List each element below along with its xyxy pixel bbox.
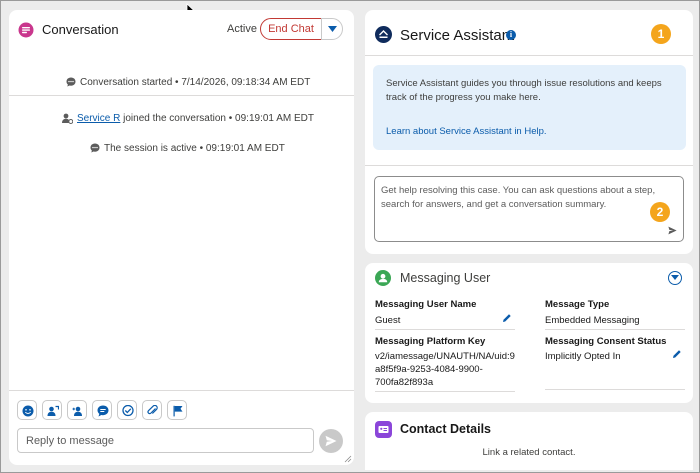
send-icon[interactable] <box>668 226 677 235</box>
divider <box>9 390 354 391</box>
divider <box>545 389 685 390</box>
field-label-platform-key: Messaging Platform Key <box>375 336 486 347</box>
service-assistant-icon <box>375 26 392 43</box>
messaging-user-icon <box>375 270 391 286</box>
chat-event-icon <box>66 77 76 87</box>
flag-icon <box>173 405 183 417</box>
contact-details-title: Contact Details <box>400 422 491 436</box>
field-value-platform-key-line: a8f5f9a-9253-4084-9900- <box>375 364 483 375</box>
conversation-title: Conversation <box>42 22 119 37</box>
info-box: Service Assistant guides you through iss… <box>373 65 686 150</box>
info-icon[interactable]: i <box>506 30 516 40</box>
field-value-platform-key-line: 700fa82f893a <box>375 377 434 388</box>
collapse-toggle-button[interactable] <box>668 271 682 285</box>
event-session-active: The session is active • 09:19:01 AM EDT <box>90 143 285 154</box>
field-value-user-name: Guest <box>375 315 401 326</box>
field-label-message-type: Message Type <box>545 299 610 310</box>
step-badge-1: 1 <box>651 24 671 44</box>
field-value-consent-status: Implicitly Opted In <box>545 351 621 362</box>
prompt-placeholder: Get help resolving this case. You can as… <box>381 185 656 210</box>
emoji-button[interactable] <box>17 400 37 420</box>
quick-text-icon <box>97 405 109 417</box>
divider <box>365 55 693 56</box>
agent-icon <box>62 113 73 124</box>
divider <box>375 329 515 330</box>
link-contact-text[interactable]: Link a related contact. <box>365 447 693 458</box>
divider <box>9 95 354 96</box>
edit-pencil-icon[interactable] <box>502 313 512 323</box>
help-link[interactable]: Learn about Service Assistant in Help. <box>386 126 547 137</box>
flag-button[interactable] <box>167 400 187 420</box>
agent-link[interactable]: Service R <box>77 113 120 124</box>
event-text: Conversation started • 7/14/2026, 09:18:… <box>80 77 311 88</box>
transfer-icon <box>47 405 59 416</box>
transfer-button[interactable] <box>42 400 62 420</box>
quick-text-button[interactable] <box>92 400 112 420</box>
chat-event-icon <box>90 143 100 153</box>
field-label-consent-status: Messaging Consent Status <box>545 336 667 347</box>
send-icon <box>325 435 337 447</box>
chat-bubble-icon <box>18 22 34 38</box>
info-text: Service Assistant guides you through iss… <box>386 78 662 103</box>
chevron-down-icon <box>671 275 679 280</box>
attachment-button[interactable] <box>142 400 162 420</box>
edit-pencil-icon[interactable] <box>672 349 682 359</box>
service-assistant-title: Service Assistant <box>400 27 515 44</box>
field-value-platform-key-line: v2/iamessage/UNAUTH/NA/uid:9 <box>375 351 515 362</box>
send-message-button[interactable] <box>319 429 343 453</box>
assistant-prompt-input[interactable]: Get help resolving this case. You can as… <box>374 176 684 242</box>
knowledge-icon <box>122 405 134 417</box>
event-conversation-started: Conversation started • 7/14/2026, 09:18:… <box>66 77 310 88</box>
event-text: The session is active • 09:19:01 AM EDT <box>104 143 285 154</box>
add-user-icon <box>72 406 82 416</box>
messaging-user-title: Messaging User <box>400 271 491 285</box>
field-value-message-type: Embedded Messaging <box>545 315 640 326</box>
end-chat-button[interactable]: End Chat <box>260 18 322 40</box>
step-badge-2: 2 <box>650 202 670 222</box>
contact-details-panel: Contact Details Link a related contact. <box>365 412 693 470</box>
conversation-panel: Conversation Active End Chat Conversatio… <box>9 10 354 465</box>
messaging-user-panel: Messaging User Messaging User Name Guest… <box>365 263 693 403</box>
status-text: Active <box>227 23 257 35</box>
event-agent-joined: Service R joined the conversation • 09:1… <box>62 113 314 124</box>
add-user-button[interactable] <box>67 400 87 420</box>
service-assistant-panel: Service Assistant i 1 Service Assistant … <box>365 10 693 254</box>
divider <box>375 391 515 392</box>
emoji-icon <box>22 405 34 417</box>
reply-input[interactable] <box>17 428 314 453</box>
divider <box>545 329 685 330</box>
divider <box>365 165 693 166</box>
contact-card-icon <box>375 421 392 438</box>
resize-grip-icon[interactable] <box>344 455 352 463</box>
event-text: joined the conversation • 09:19:01 AM ED… <box>120 113 314 125</box>
conversation-header: Conversation Active End Chat <box>9 10 354 50</box>
app-window: Conversation Active End Chat Conversatio… <box>0 0 700 473</box>
attachment-icon <box>147 405 158 415</box>
chevron-down-icon <box>328 26 337 32</box>
field-label-user-name: Messaging User Name <box>375 299 477 310</box>
end-chat-menu-button[interactable] <box>321 18 343 40</box>
knowledge-button[interactable] <box>117 400 137 420</box>
